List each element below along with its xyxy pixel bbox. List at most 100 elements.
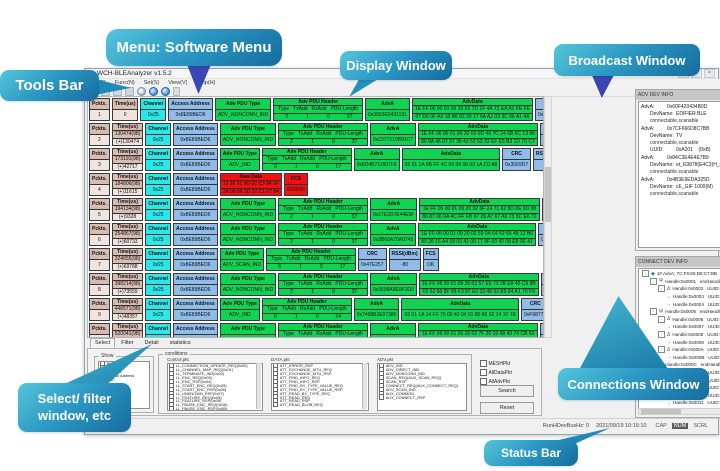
checkbox-icon[interactable]	[169, 406, 174, 411]
tree-node[interactable]: -ΨHandle:0x0001 endHandle:0x0004 UUID:0x…	[640, 278, 720, 286]
packet-cell: AdvA0x2A2F632678F2	[370, 323, 416, 338]
packet-row[interactable]: Pckts.10Time(us)520041(98)(+)73470Channe…	[89, 323, 543, 338]
packet-cell: AdvData1E FF 06 00 01 09 20 02 6F 24 71 …	[419, 198, 539, 221]
scrollbar-thumb[interactable]	[545, 167, 551, 222]
tree-node[interactable]: -ΔHandle:0x0006 UUID:0x2803 GATT Charact…	[640, 316, 720, 324]
data-list-scrollbar[interactable]	[362, 363, 367, 409]
data-pkt-list: ATT_ERROR_RSPATT_EXCHANGE_MTU_REQATT_EXC…	[271, 363, 369, 411]
filter-checkbox-meshpkt[interactable]: MESHPkt	[480, 359, 512, 368]
packet-row[interactable]: Pckts.4Time(us)184806(98)(+)11615Channel…	[89, 173, 543, 196]
status-flag-scrl: SCRL	[691, 423, 710, 429]
packet-row[interactable]: Pckts.9Time(us)446571(98)(+)48357Channel…	[89, 298, 543, 321]
expander-icon[interactable]: -	[650, 278, 657, 285]
filter-checkbox-column: MESHPktAllDataPktAllAdvPkt	[480, 359, 512, 386]
close-button[interactable]: ×	[704, 69, 715, 78]
display-vertical-scrollbar[interactable]	[544, 96, 552, 338]
tree-node[interactable]: -ΔHandle:0x0002 UUID:0x2803 GATT Charact…	[640, 285, 720, 293]
broadcast-entry[interactable]: AdvA:0x7CF666D8C7BBDevName:TVconnectable…	[641, 126, 720, 154]
packet-cell: Time(us)324655(98)(+)69788	[112, 248, 144, 271]
attribute-value-icon: →	[666, 294, 671, 300]
menu-bar: File(F)Func(N)Set(S)View(V)Help(H)	[85, 79, 720, 87]
packet-cell: AdvData02 01 1A 14 FF 75 00 42 04 01 80 …	[401, 298, 518, 321]
connectable-flags: connectable,scanable	[641, 140, 720, 147]
tree-node[interactable]: →Handle:0x0004 UUID:0x2902 Client Charac…	[640, 300, 720, 308]
scrollbar-thumb[interactable]	[641, 409, 681, 414]
broadcast-entry[interactable]: AdvA:0x60F420434B0DDevName:EDIFIER BLEco…	[641, 104, 720, 125]
expander-icon[interactable]: -	[642, 270, 649, 277]
broadcast-entry[interactable]: AdvA:0x4B3E9EDA325DDevName:cE_GIF 1000(M…	[641, 177, 720, 198]
service-icon: Ψ	[659, 309, 663, 315]
packet-row[interactable]: Pckts.3Time(us)173191(98)(+)42717Channel…	[89, 148, 543, 171]
expander-icon[interactable]: -	[650, 308, 657, 315]
monitor-icon[interactable]	[161, 87, 170, 96]
tab-statistics[interactable]: statistics	[165, 338, 196, 348]
control-list-scrollbar[interactable]	[256, 363, 261, 409]
packet-row[interactable]: Pckts.2Time(us)130474(98)(+)130474Channe…	[89, 123, 543, 146]
tab-detail[interactable]: Detail	[140, 338, 164, 348]
tree-node[interactable]: -ΔHandle:0x0008 UUID:0x2803 GATT Charact…	[640, 331, 720, 339]
packet-cell: RSSI(dBm)-76	[533, 148, 544, 171]
packet-cell: Adv PDU TypeADV_NONCONN_IND	[220, 223, 276, 246]
packet-cell: Adv PDU TypeADV_NONCONN_IND	[220, 198, 276, 221]
filter-item[interactable]: AUX_CONNECT_RSP	[378, 395, 466, 399]
broadcast-entry[interactable]: AdvA:0x84C3E4E4E7B9DevName:et_E9878(E4C3…	[641, 155, 720, 176]
tree-node[interactable]: →Handle:0x0009 UUID:0x2A01 Appearance	[640, 338, 720, 346]
checkbox-icon[interactable]	[273, 402, 278, 407]
packet-cell: Pckts.8	[89, 273, 110, 296]
tree-node[interactable]: →Handle:0x0011 UUID:0x2902 Client Charac…	[640, 399, 720, 407]
packet-cell: Channel0x25	[145, 323, 171, 338]
gear-icon[interactable]	[137, 87, 146, 96]
packet-cell: Time(us)254867(98)(+)60733	[112, 223, 144, 246]
connections-hscrollbar[interactable]	[638, 408, 720, 415]
filter-checkbox-alldatapkt[interactable]: AllDataPkt	[480, 368, 512, 377]
expander-icon[interactable]: -	[658, 331, 665, 338]
packet-cell: CRC0x3569D7	[502, 148, 531, 171]
control-pkt-list: LL_CONNECTION_UPDATE_REQ(0x00)LL_CHANNEL…	[167, 363, 263, 411]
packet-row[interactable]: Pckts.1Time(us)0Channel0x25Access Addres…	[89, 98, 543, 121]
tab-select[interactable]: Select	[90, 338, 115, 348]
packet-cell: Time(us)194134(98)(+)9328	[112, 198, 144, 221]
callout-tools-bar: Tools Bar	[0, 70, 99, 101]
devname-label: DevName:	[650, 133, 676, 140]
reset-button[interactable]: Reset	[480, 402, 534, 414]
tree-node[interactable]: →Handle:0x0007 UUID:0x2A00 Device Name	[640, 323, 720, 331]
packet-row[interactable]: Pckts.5Time(us)194134(98)(+)9328Channel0…	[89, 198, 543, 221]
status-flags: CAPNUMSCRL	[653, 423, 710, 429]
checkbox-icon[interactable]	[480, 360, 487, 367]
packet-row[interactable]: Pckts.8Time(us)398214(98)(+)73559Channel…	[89, 273, 543, 296]
status-flag-num: NUM	[672, 423, 689, 429]
packet-cell: Pckts.3	[89, 148, 110, 171]
packet-row[interactable]: Pckts.6Time(us)254867(98)(+)60733Channel…	[89, 223, 543, 246]
attribute-value-icon: →	[666, 301, 671, 307]
packet-cell: Access Address0x8E89BED6	[173, 198, 218, 221]
tree-node[interactable]: -◆1# AdvA: 7C:F6:66:D8:C7:BB <--> InitA:…	[640, 270, 720, 278]
filter-item[interactable]: LL_PAUSE_ENC_RSP(0x0B)	[168, 407, 262, 411]
packet-row[interactable]: Pckts.7Time(us)324655(98)(+)69788Channel…	[89, 248, 543, 271]
checkbox-icon[interactable]	[379, 394, 384, 399]
packet-cell: Pckts.10	[89, 323, 110, 338]
checkbox-icon[interactable]	[480, 369, 487, 376]
connectable-flags: connectable,scanable	[641, 118, 720, 125]
edit-icon[interactable]	[173, 87, 180, 96]
connections-title-bar: CONNECT DEV INFO ▾ □ ×	[636, 257, 720, 267]
characteristic-icon: Δ	[667, 286, 670, 292]
search-button[interactable]: Search	[480, 385, 534, 397]
packet-cell: Adv PDU HeaderTypeTxAddRxAddPDU-Length21…	[278, 273, 368, 296]
packet-cell: AdvA0x3B60A70A0745	[370, 223, 416, 246]
checkbox-icon[interactable]	[480, 378, 487, 385]
menu-item-viewv[interactable]: View(V)	[168, 80, 187, 86]
start-icon[interactable]	[149, 87, 158, 96]
tree-node[interactable]: →Handle:0x0003 UUID:0x2A05 Service Chang…	[640, 293, 720, 301]
window-title: WCH-BLEAnalyzer v1.5.2	[97, 69, 172, 78]
expander-icon[interactable]: -	[658, 285, 665, 292]
filter-item[interactable]: ATT_READ_BLOB_REQ	[272, 403, 368, 407]
packet-cell: Access Address0x8E89BED6	[173, 123, 218, 146]
expander-icon[interactable]: -	[658, 346, 665, 353]
menu-item-sets[interactable]: Set(S)	[144, 80, 160, 86]
packet-cell: Access Address0x8E89BED6	[173, 223, 218, 246]
service-icon: Ψ	[659, 278, 663, 284]
tree-node[interactable]: -ΨHandle:0x0005 endHandle:0x000B UUID:0x…	[640, 308, 720, 316]
tab-filter[interactable]: Filter	[116, 338, 138, 348]
packet-cell: Raw Data12 26 31 9D 02 C3 84 9F1A 09 56 …	[220, 173, 282, 196]
expander-icon[interactable]: -	[658, 316, 665, 323]
